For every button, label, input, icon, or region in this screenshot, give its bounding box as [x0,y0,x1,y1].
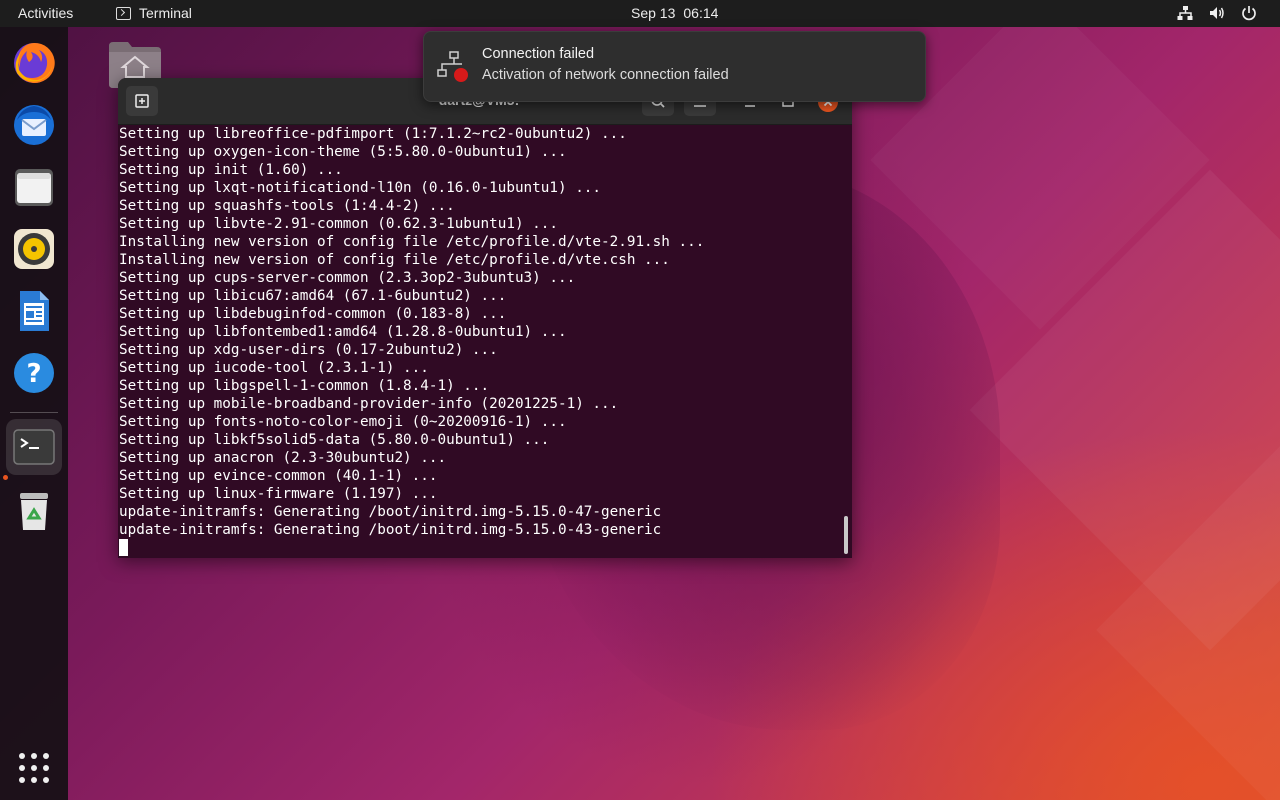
terminal-line: Setting up libgspell-1-common (1.8.4-1) … [119,378,490,394]
terminal-line: Setting up libicu67:amd64 (67.1-6ubuntu2… [119,288,507,304]
terminal-line: Setting up squashfs-tools (1:4.4-2) ... [119,198,455,214]
dock-trash[interactable] [6,483,62,539]
dock-rhythmbox[interactable] [6,221,62,277]
terminal-window[interactable]: dartz@VM5: ~ Setting [118,78,852,558]
activities-button[interactable]: Activities [18,5,73,21]
terminal-line: Setting up mobile-broadband-provider-inf… [119,396,619,412]
terminal-line: Setting up libkf5solid5-data (5.80.0-0ub… [119,432,550,448]
help-icon: ? [14,353,54,393]
terminal-line: Setting up libvte-2.91-common (0.62.3-1u… [119,216,558,232]
terminal-line: update-initramfs: Generating /boot/initr… [119,504,662,520]
terminal-output[interactable]: Setting up libreoffice-pdfimport (1:7.1.… [119,125,839,557]
terminal-line: Setting up cups-server-common (2.3.3op2-… [119,270,576,286]
notification-title: Connection failed [482,46,595,62]
dock-files[interactable] [6,159,62,215]
app-menu-button[interactable]: Terminal [116,5,192,21]
terminal-line: Setting up init (1.60) ... [119,162,343,178]
files-icon [15,169,53,206]
running-indicator [3,475,8,480]
dock-thunderbird[interactable] [6,97,62,153]
clock-button[interactable]: Sep 13 06:14 [631,5,718,21]
terminal-line: Setting up evince-common (40.1-1) ... [119,468,438,484]
terminal-prompt-line [119,539,839,557]
app-menu-label: Terminal [139,5,192,21]
libreoffice-writer-icon [20,291,49,331]
terminal-scrollbar[interactable] [844,516,848,554]
svg-text:?: ? [26,359,41,389]
trash-icon [20,493,48,530]
terminal-line: Setting up libfontembed1:amd64 (1.28.8-0… [119,324,567,340]
terminal-line: Setting up fonts-noto-color-emoji (0~202… [119,414,567,430]
dock-separator [10,412,58,413]
thunderbird-icon [14,105,54,145]
notification-banner[interactable]: Connection failed Activation of network … [423,31,926,102]
terminal-line: Installing new version of config file /e… [119,252,670,268]
dock: ? [0,27,68,800]
terminal-line: Setting up oxygen-icon-theme (5:5.80.0-0… [119,144,567,160]
clock-time: 06:14 [683,5,719,21]
terminal-line: Installing new version of config file /e… [119,234,705,250]
terminal-icon [116,6,131,20]
terminal-line: Setting up iucode-tool (2.3.1-1) ... [119,360,429,376]
terminal-app-icon [13,429,55,465]
show-applications-icon[interactable] [18,752,50,784]
terminal-cursor [119,539,128,556]
terminal-line: Setting up linux-firmware (1.197) ... [119,486,438,502]
network-error-icon [437,51,468,82]
top-bar: Activities Terminal Sep 13 06:14 [0,0,1280,27]
clock-date: Sep 13 [631,5,676,21]
terminal-line: update-initramfs: Generating /boot/initr… [119,522,662,538]
power-icon[interactable] [1240,4,1258,22]
terminal-line: Setting up libreoffice-pdfimport (1:7.1.… [119,126,627,142]
rhythmbox-icon [14,229,54,269]
terminal-line: Setting up libdebuginfod-common (0.183-8… [119,306,507,322]
terminal-line: Setting up xdg-user-dirs (0.17-2ubuntu2)… [119,342,498,358]
terminal-line: Setting up anacron (2.3-30ubuntu2) ... [119,450,447,466]
firefox-icon [14,42,55,83]
dock-terminal[interactable] [6,419,62,475]
dock-help[interactable]: ? [6,345,62,401]
dock-firefox[interactable] [6,35,62,91]
volume-icon[interactable] [1208,4,1226,22]
dock-libreoffice-writer[interactable] [6,283,62,339]
system-tray[interactable] [1176,4,1258,22]
terminal-line: Setting up lxqt-notificationd-l10n (0.16… [119,180,602,196]
network-wired-icon[interactable] [1176,4,1194,22]
notification-body: Activation of network connection failed [482,67,729,83]
